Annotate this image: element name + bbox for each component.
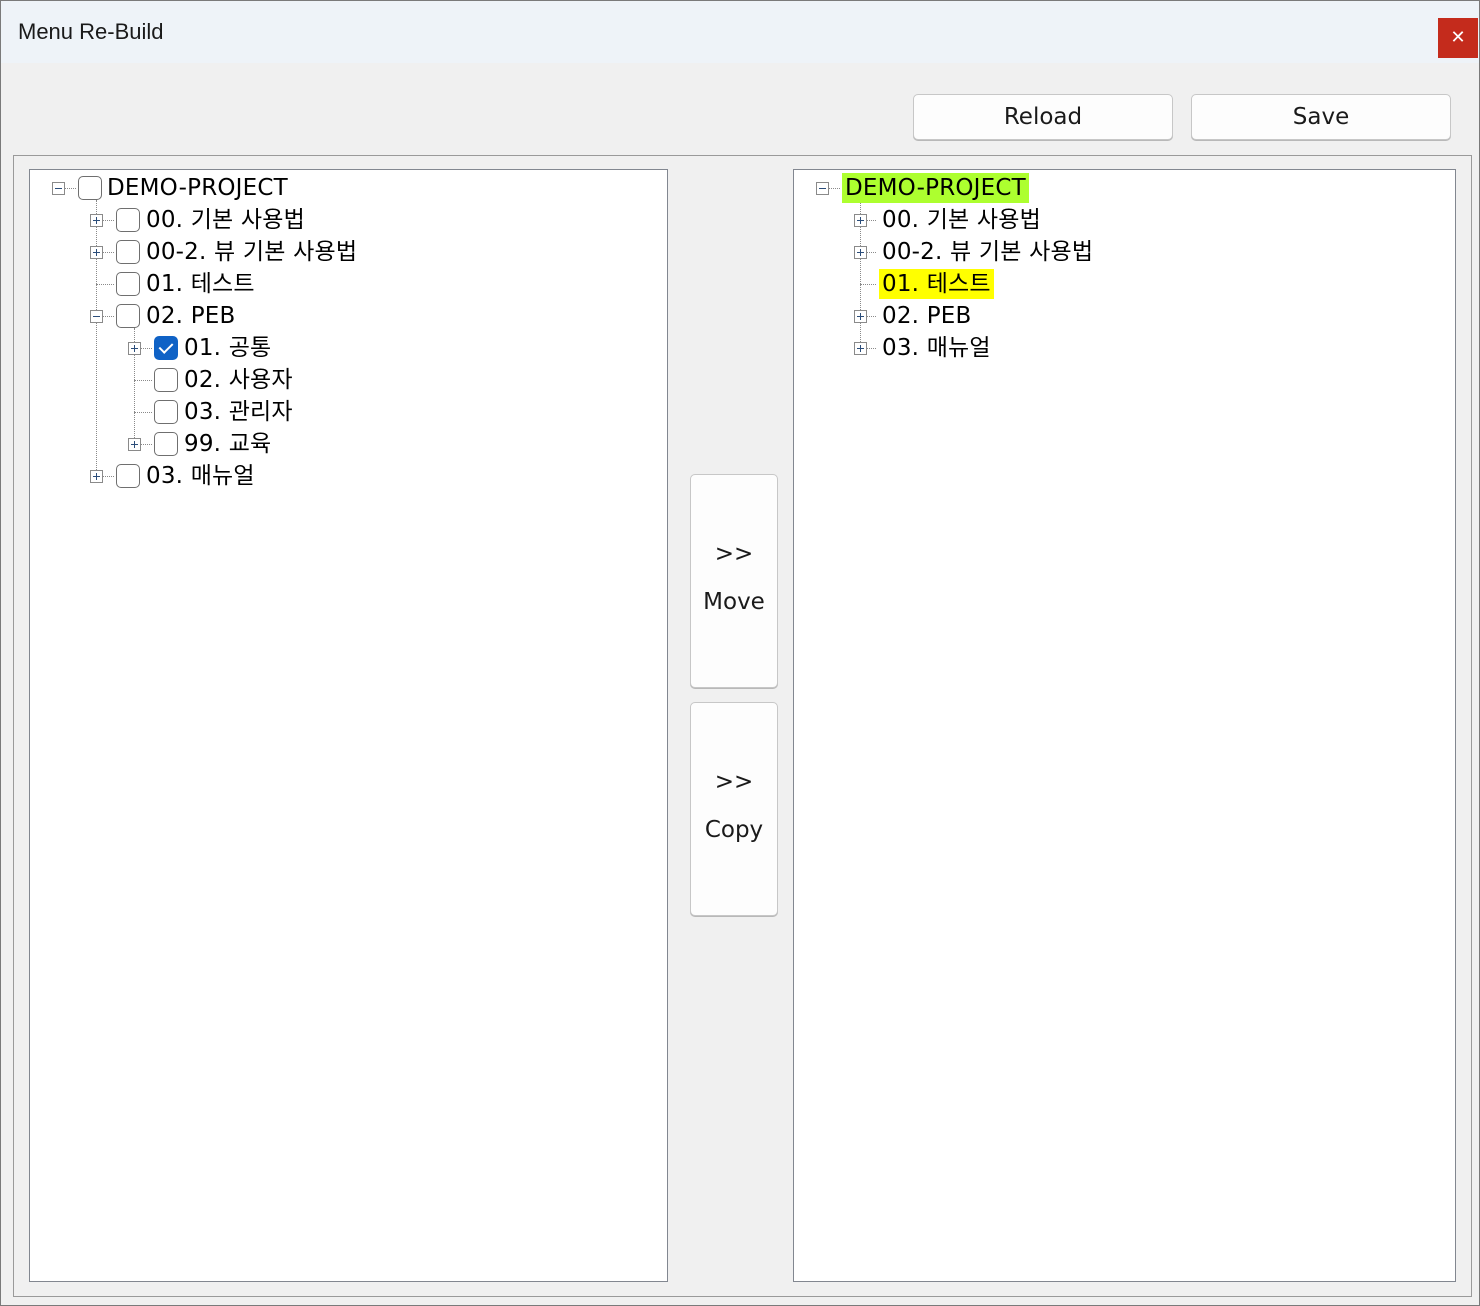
tree-node[interactable]: 00-2. 뷰 기본 사용법 [882,237,1093,267]
menu-rebuild-dialog: Menu Re-Build ✕ Reload Save DEMO-PROJECT… [0,0,1480,1306]
tree-node[interactable]: 00-2. 뷰 기본 사용법 [146,237,357,267]
save-button[interactable]: Save [1191,94,1451,140]
collapse-icon[interactable] [90,310,103,323]
expand-icon[interactable] [90,246,103,259]
move-arrows-icon: >> [714,541,754,567]
tree-node[interactable]: 00. 기본 사용법 [146,205,305,235]
target-tree[interactable]: DEMO-PROJECT 00. 기본 사용법 00-2. 뷰 기본 사용법 0… [793,169,1456,1282]
move-button[interactable]: >> Move [690,474,778,688]
tree-node-demo-project[interactable]: DEMO-PROJECT [107,173,288,203]
move-label: Move [703,589,765,615]
expand-icon[interactable] [854,342,867,355]
window-title: Menu Re-Build [18,19,164,44]
copy-button[interactable]: >> Copy [690,702,778,916]
checkbox-node[interactable] [116,208,140,232]
checkbox-node[interactable] [116,304,140,328]
copy-arrows-icon: >> [714,769,754,795]
tree-node[interactable]: 01. 공통 [184,333,271,363]
expand-icon[interactable] [90,214,103,227]
expand-icon[interactable] [854,214,867,227]
tree-node[interactable]: 00. 기본 사용법 [882,205,1041,235]
tree-node[interactable]: 03. 매뉴얼 [146,461,255,491]
tree-node[interactable]: 03. 관리자 [184,397,293,427]
expand-icon[interactable] [854,310,867,323]
expand-icon[interactable] [128,438,141,451]
close-button[interactable]: ✕ [1438,18,1478,58]
checkbox-node[interactable] [154,432,178,456]
close-icon: ✕ [1450,27,1466,48]
expand-icon[interactable] [90,470,103,483]
source-tree[interactable]: DEMO-PROJECT 00. 기본 사용법 00-2. 뷰 기본 사용법 0… [29,169,668,1282]
collapse-icon[interactable] [816,182,829,195]
reload-button[interactable]: Reload [913,94,1173,140]
tree-node[interactable]: 99. 교육 [184,429,271,459]
checkbox-node[interactable] [116,240,140,264]
title-bar: Menu Re-Build ✕ [1,1,1479,63]
tree-node-demo-project[interactable]: DEMO-PROJECT [842,173,1029,203]
tree-node[interactable]: 03. 매뉴얼 [882,333,991,363]
expand-icon[interactable] [854,246,867,259]
tree-node[interactable]: 02. PEB [146,301,235,331]
tree-node-selected[interactable]: 01. 테스트 [879,269,994,299]
tree-node[interactable]: 01. 테스트 [146,269,255,299]
checkbox-node-checked[interactable] [154,336,178,360]
checkbox-node[interactable] [116,272,140,296]
checkbox-demo-project[interactable] [78,176,102,200]
tree-node[interactable]: 02. PEB [882,301,971,331]
checkbox-node[interactable] [154,400,178,424]
tree-node[interactable]: 02. 사용자 [184,365,293,395]
collapse-icon[interactable] [52,182,65,195]
copy-label: Copy [704,817,764,843]
checkbox-node[interactable] [116,464,140,488]
expand-icon[interactable] [128,342,141,355]
checkbox-node[interactable] [154,368,178,392]
